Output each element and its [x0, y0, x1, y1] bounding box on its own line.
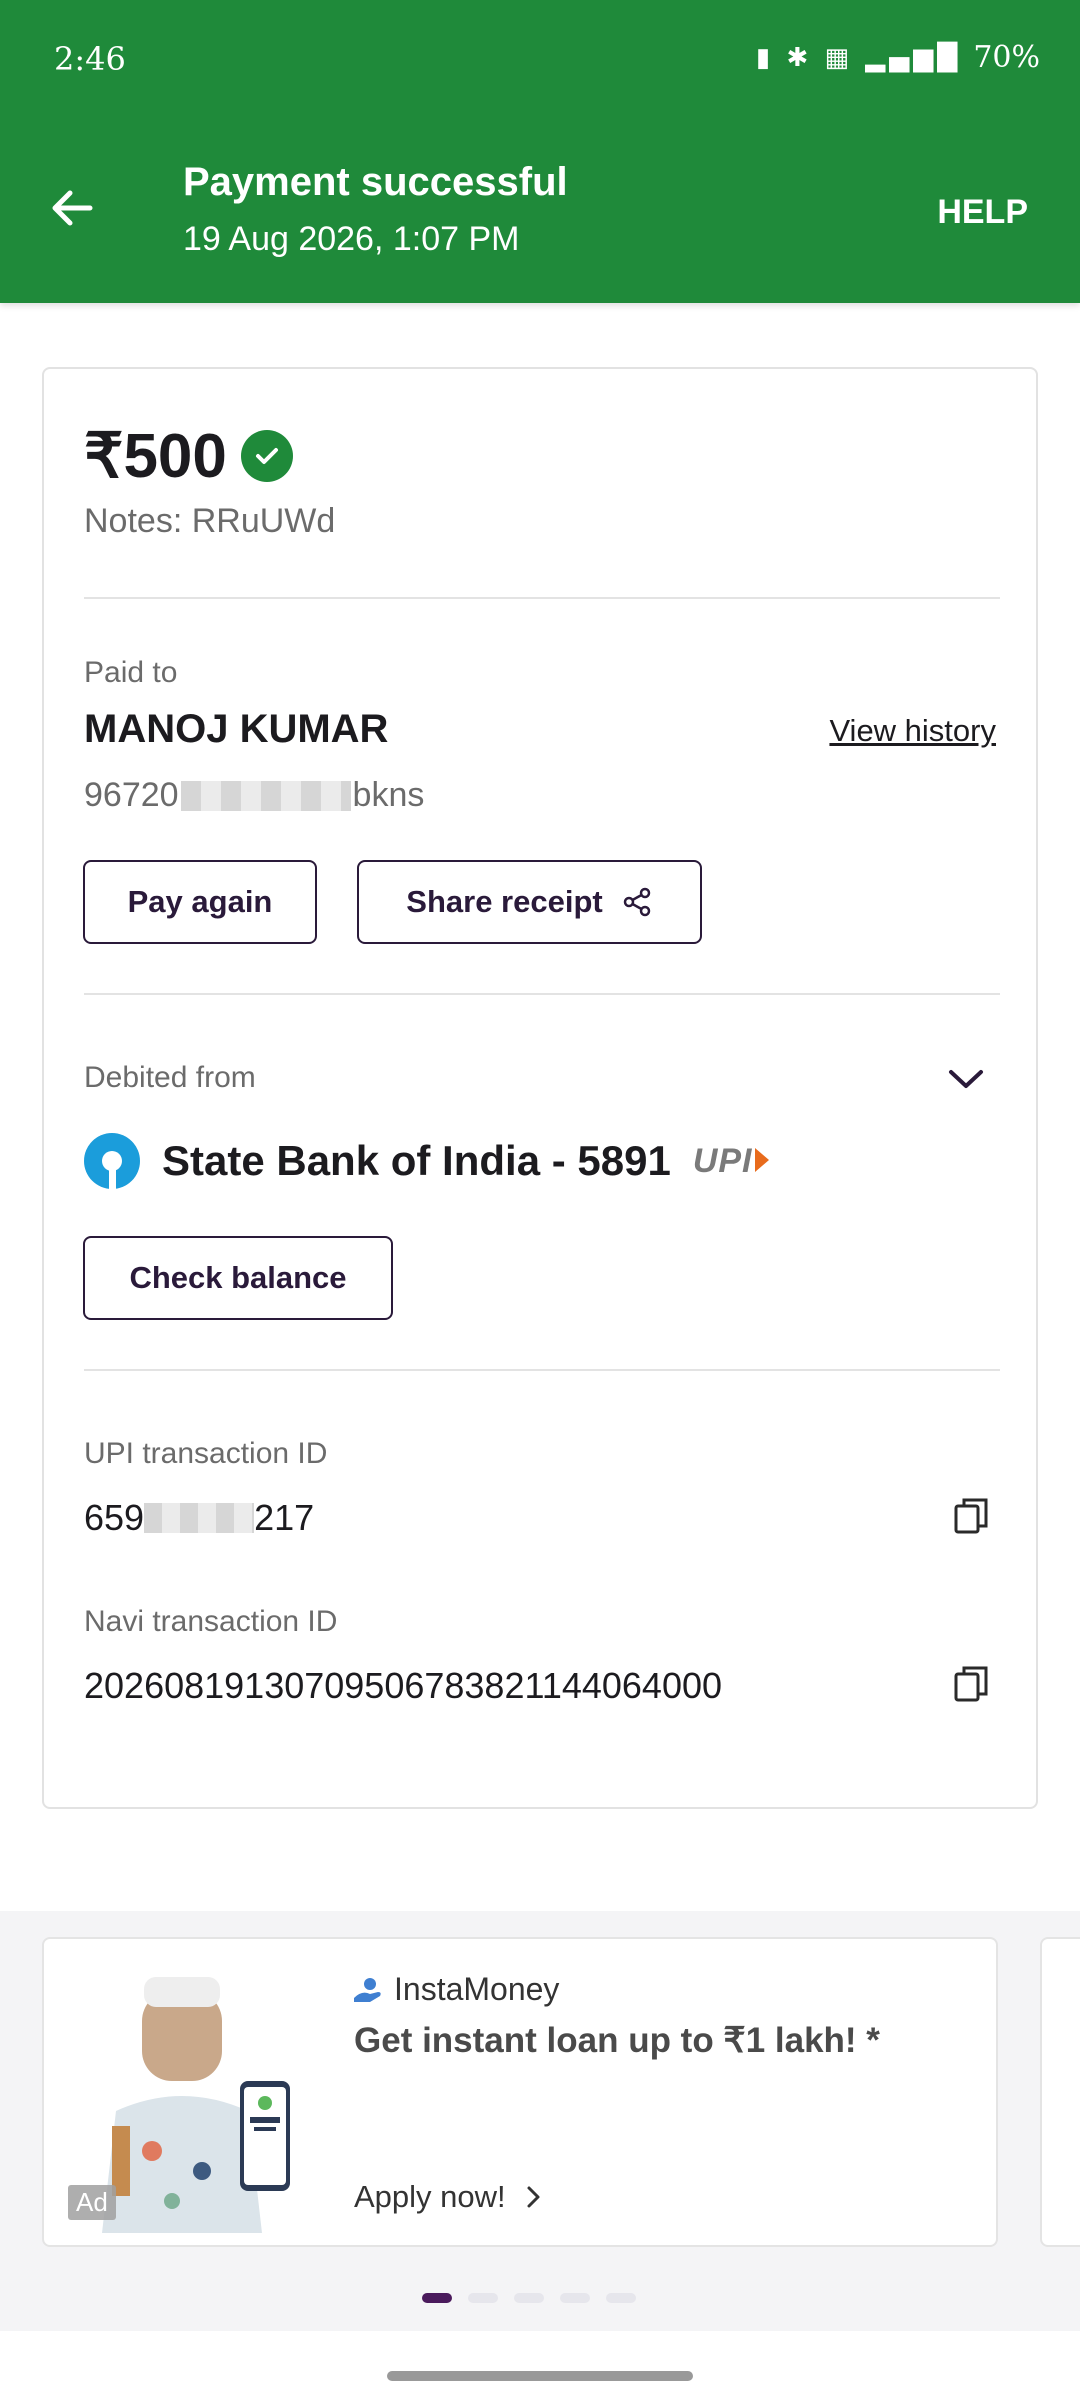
share-icon	[623, 887, 650, 917]
upi-logo: UPI	[693, 1142, 769, 1181]
divider	[84, 1369, 1000, 1371]
ad-brand: InstaMoney	[352, 1971, 559, 2008]
copy-navi-id-icon[interactable]	[950, 1662, 994, 1706]
ad-apply-link[interactable]: Apply now!	[354, 2179, 544, 2215]
chevron-down-icon[interactable]	[946, 1064, 986, 1094]
redacted-block	[180, 780, 351, 811]
carousel-dot	[560, 2293, 590, 2303]
pay-again-label: Pay again	[127, 884, 273, 919]
carousel-dot	[468, 2293, 498, 2303]
copy-upi-id-icon[interactable]	[950, 1494, 994, 1538]
receipt-card: ₹500 Notes: RRuUWd Paid to MANOJ KUMAR V…	[42, 367, 1038, 1809]
payment-datetime: 19 Aug 2026, 1:07 PM	[183, 220, 520, 258]
payee-id-prefix: 96720	[84, 776, 179, 814]
ad-cta-label: Apply now!	[354, 2179, 506, 2214]
redacted-block	[144, 1503, 255, 1533]
ad-banner-card[interactable]: Ad InstaMoney Get instant loan up to ₹1 …	[42, 1937, 998, 2247]
ad-carousel: Ad InstaMoney Get instant loan up to ₹1 …	[0, 1911, 1080, 2331]
navi-txn-label: Navi transaction ID	[84, 1605, 338, 1638]
upi-txn-id: 659 217	[84, 1497, 314, 1539]
share-receipt-button[interactable]: Share receipt	[357, 860, 702, 944]
paid-to-label: Paid to	[84, 656, 178, 689]
pay-again-button[interactable]: Pay again	[83, 860, 317, 944]
status-bar-right: ▮ ✱ ▦ ▂▄▆█ 70%	[756, 40, 1040, 75]
carousel-indicator	[422, 2293, 636, 2303]
upi-txn-label: UPI transaction ID	[84, 1437, 328, 1470]
instamoney-logo-icon	[354, 1977, 381, 2002]
divider	[84, 597, 1000, 599]
help-button[interactable]: HELP	[937, 193, 1028, 232]
debited-from-label: Debited from	[84, 1061, 256, 1094]
bank-account-name: State Bank of India - 5891	[162, 1137, 671, 1184]
ad-brand-name: InstaMoney	[394, 1971, 560, 2007]
divider	[84, 993, 1000, 995]
status-time: 2:46	[54, 40, 126, 78]
view-history-link[interactable]: View history	[829, 713, 996, 749]
next-ad-card[interactable]	[1040, 1937, 1080, 2247]
carousel-dot	[606, 2293, 636, 2303]
chevron-right-icon	[527, 2186, 540, 2208]
upi-txn-suffix: 217	[254, 1497, 315, 1538]
status-icons: ▮ ✱ ▦ ▂▄▆█	[755, 42, 962, 73]
check-balance-label: Check balance	[129, 1260, 347, 1295]
payee-name: MANOJ KUMAR	[84, 707, 389, 751]
payee-upi-id: 96720 bkns	[84, 776, 424, 815]
home-indicator[interactable]	[387, 2371, 693, 2381]
battery-level: 70%	[973, 40, 1040, 75]
page-title: Payment successful	[183, 160, 568, 204]
app-header: 2:46 ▮ ✱ ▦ ▂▄▆█ 70% Payment successful 1…	[0, 0, 1080, 303]
share-receipt-label: Share receipt	[406, 884, 603, 919]
navi-txn-id: 202608191307095067838211440640​00	[84, 1665, 723, 1706]
sbi-logo-icon	[84, 1133, 140, 1189]
back-arrow-icon[interactable]	[44, 180, 100, 236]
ad-headline: Get instant loan up to ₹1 lakh! *	[354, 2021, 880, 2060]
carousel-dot	[422, 2293, 452, 2303]
check-balance-button[interactable]: Check balance	[83, 1236, 393, 1320]
upi-txn-prefix: 659	[84, 1497, 145, 1538]
amount-row: ₹500	[84, 419, 293, 492]
success-check-icon	[240, 429, 293, 482]
payment-amount: ₹500	[84, 422, 227, 491]
ad-badge: Ad	[68, 2185, 116, 2220]
debit-account-row: State Bank of India - 5891 UPI	[84, 1133, 769, 1189]
payment-notes: Notes: RRuUWd	[84, 502, 336, 540]
payee-id-suffix: bkns	[352, 776, 425, 814]
upi-logo-text: UPI	[692, 1141, 753, 1180]
carousel-dot	[514, 2293, 544, 2303]
